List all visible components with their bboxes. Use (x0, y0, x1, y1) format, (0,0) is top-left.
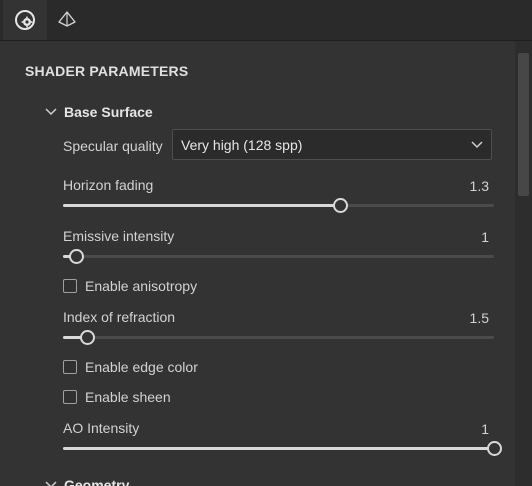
slider-thumb[interactable] (333, 198, 349, 213)
chevron-down-icon[interactable] (45, 108, 57, 116)
slider-thumb[interactable] (79, 330, 95, 345)
chevron-down-icon[interactable] (45, 481, 57, 486)
enable-sheen-checkbox[interactable] (63, 390, 77, 404)
ao-intensity-slider[interactable] (63, 441, 502, 456)
enable-anisotropy-label[interactable]: Enable anisotropy (85, 278, 197, 294)
section-header-base-surface[interactable]: Base Surface (64, 104, 153, 120)
enable-sheen-label[interactable]: Enable sheen (85, 389, 171, 405)
slider-thumb[interactable] (68, 249, 84, 264)
index-of-refraction-slider[interactable] (63, 330, 494, 345)
tab-geometry[interactable] (45, 0, 89, 40)
enable-anisotropy-checkbox[interactable] (63, 279, 77, 293)
horizon-fading-label: Horizon fading (63, 177, 154, 193)
vertical-scrollbar[interactable] (515, 41, 532, 486)
enable-edge-color-checkbox[interactable] (63, 360, 77, 374)
emissive-intensity-slider[interactable] (63, 249, 494, 264)
dropdown-value: Very high (128 spp) (181, 137, 303, 153)
tab-bar (0, 0, 532, 41)
horizon-fading-slider[interactable] (63, 198, 494, 213)
properties-panel: SHADER PARAMETERS Base Surface Specular … (0, 41, 515, 486)
section-header-geometry[interactable]: Geometry (64, 477, 129, 486)
specular-quality-label: Specular quality (63, 138, 163, 154)
slider-fill (63, 447, 494, 450)
chevron-down-icon (471, 141, 483, 149)
emissive-intensity-label: Emissive intensity (63, 228, 175, 244)
horizon-fading-value: 1.3 (469, 178, 489, 194)
tab-material-settings[interactable] (3, 0, 47, 40)
material-settings-icon (15, 10, 35, 30)
index-of-refraction-label: Index of refraction (63, 309, 176, 325)
panel-title: SHADER PARAMETERS (25, 63, 189, 79)
emissive-intensity-value: 1 (481, 229, 489, 245)
ao-intensity-value: 1 (481, 421, 489, 437)
specular-quality-dropdown[interactable]: Very high (128 spp) (172, 129, 492, 160)
ao-intensity-label: AO Intensity (63, 420, 140, 436)
index-of-refraction-value: 1.5 (469, 310, 489, 326)
scrollbar-thumb[interactable] (518, 53, 529, 196)
slider-fill (63, 204, 341, 207)
geometry-icon (58, 11, 76, 27)
enable-edge-color-label[interactable]: Enable edge color (85, 359, 198, 375)
slider-thumb[interactable] (487, 441, 502, 456)
